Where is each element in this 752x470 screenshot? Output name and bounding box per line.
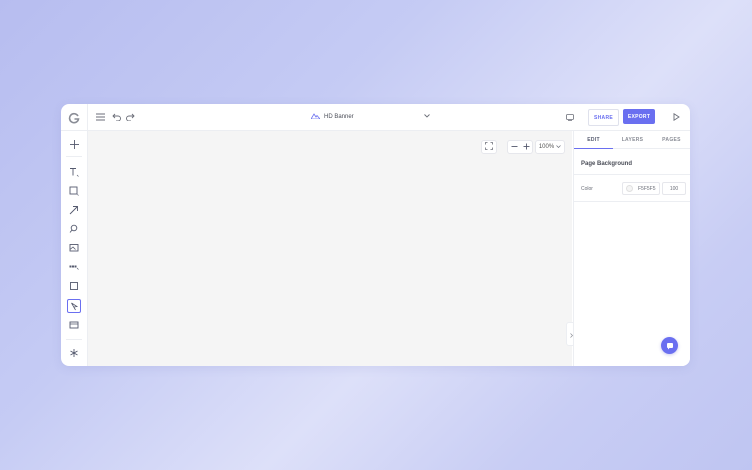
frame-icon[interactable] — [67, 279, 81, 293]
chat-icon — [666, 337, 674, 355]
text-icon[interactable] — [67, 165, 81, 179]
media-icon[interactable] — [67, 318, 81, 332]
divider — [66, 339, 82, 340]
section-title: Page Background — [581, 161, 633, 167]
fit-screen-icon — [485, 142, 493, 152]
zoom-level-dropdown[interactable]: 100% — [535, 140, 565, 154]
arrow-icon[interactable] — [67, 203, 81, 217]
app-window: HD Banner SHARE EXPORT 100% EDIT LAYERS … — [61, 104, 690, 366]
panel-tabs: EDIT LAYERS PAGES — [574, 131, 690, 149]
banner-icon — [310, 113, 321, 121]
canvas-area[interactable]: 100% — [88, 131, 572, 366]
divider — [574, 201, 690, 202]
chevron-down-icon — [556, 144, 561, 150]
opacity-value: 100 — [669, 185, 679, 192]
zoom-out-icon[interactable] — [511, 143, 518, 152]
export-button[interactable]: EXPORT — [623, 109, 655, 124]
properties-panel: EDIT LAYERS PAGES Page Background Color … — [573, 131, 690, 366]
settings-icon[interactable] — [67, 346, 81, 360]
share-button[interactable]: SHARE — [588, 109, 619, 126]
tab-layers[interactable]: LAYERS — [613, 131, 652, 148]
device-preview-icon[interactable] — [564, 111, 576, 123]
shape-icon[interactable] — [67, 184, 81, 198]
logo-icon — [68, 111, 80, 124]
opacity-field[interactable]: 100 — [662, 182, 686, 195]
add-icon[interactable] — [67, 137, 81, 151]
select-icon[interactable] — [67, 299, 81, 313]
top-bar: HD Banner SHARE EXPORT — [61, 104, 690, 131]
color-hex-value: F5F5F5 — [638, 185, 656, 192]
undo-icon[interactable] — [110, 111, 122, 123]
play-icon[interactable] — [670, 111, 682, 123]
fit-screen-button[interactable] — [481, 140, 497, 154]
color-swatch[interactable] — [626, 185, 633, 192]
image-icon[interactable] — [67, 241, 81, 255]
divider — [66, 130, 82, 131]
menu-icon[interactable] — [94, 111, 106, 123]
tab-edit[interactable]: EDIT — [574, 131, 613, 149]
divider — [574, 174, 690, 175]
zoom-level: 100% — [538, 144, 555, 150]
color-field[interactable]: F5F5F5 — [622, 182, 660, 195]
tab-pages[interactable]: PAGES — [652, 131, 690, 148]
search-image-icon[interactable] — [67, 222, 81, 236]
color-label: Color — [581, 186, 593, 192]
chat-support-button[interactable] — [661, 337, 678, 354]
zoom-controls — [507, 140, 533, 154]
component-icon[interactable] — [67, 260, 81, 274]
divider — [66, 156, 82, 157]
tool-sidebar — [61, 104, 88, 366]
document-title-dropdown[interactable]: HD Banner — [310, 111, 430, 123]
chevron-down-icon — [423, 114, 430, 120]
zoom-in-icon[interactable] — [523, 143, 530, 152]
document-title: HD Banner — [324, 114, 354, 120]
redo-icon[interactable] — [124, 111, 136, 123]
